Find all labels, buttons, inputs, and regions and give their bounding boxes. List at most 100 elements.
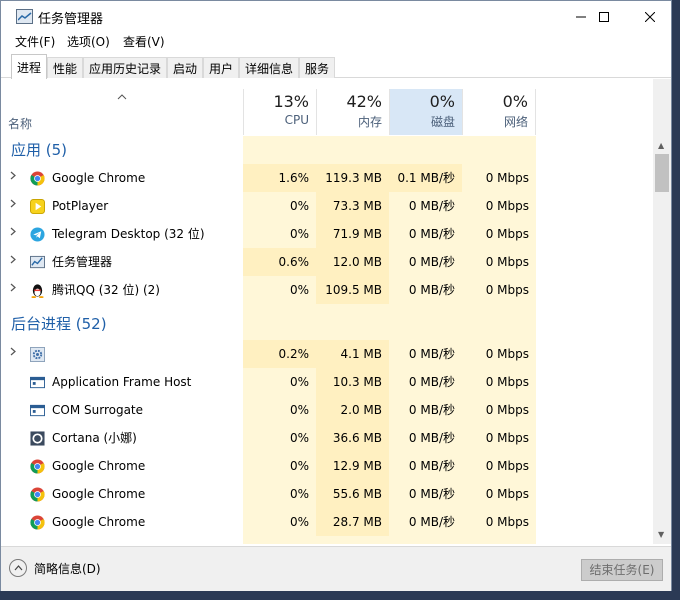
process-list: 名称 13% CPU 42% 内存 0% 磁盘 0% 网络 应用 (5) Goog… [1, 79, 671, 544]
cell-net: 0 Mbps [485, 375, 529, 389]
process-name: 任务管理器 [52, 255, 113, 269]
task-manager-icon [16, 9, 33, 24]
table-row[interactable]: PotPlayer 0% 73.3 MB 0 MB/秒 0 Mbps [1, 192, 649, 220]
menu-bar: 文件(F) 选项(O) 查看(V) [1, 33, 671, 53]
cell-mem: 36.6 MB [316, 424, 389, 452]
chevron-right-icon[interactable] [10, 248, 16, 276]
cell-cpu: 0.6% [243, 248, 316, 276]
table-row[interactable]: Google Chrome 0% 55.6 MB 0 MB/秒 0 Mbps [1, 480, 649, 508]
table-row[interactable]: 任务管理器 0.6% 12.0 MB 0 MB/秒 0 Mbps [1, 248, 649, 276]
gear-icon [30, 347, 45, 362]
scroll-down-arrow-icon[interactable]: ▼ [658, 530, 664, 539]
group-background[interactable]: 后台进程 (52) [1, 310, 649, 338]
column-headers: 名称 13% CPU 42% 内存 0% 磁盘 0% 网络 [1, 89, 671, 135]
column-header-memory[interactable]: 42% 内存 [316, 89, 389, 135]
column-header-disk[interactable]: 0% 磁盘 [389, 89, 462, 135]
cell-net: 0 Mbps [485, 227, 529, 241]
cell-cpu: 0% [289, 515, 309, 529]
table-row[interactable]: Google Chrome 1.6% 119.3 MB 0.1 MB/秒 0 Mbps [1, 164, 649, 192]
group-apps[interactable]: 应用 (5) [1, 136, 649, 164]
cell-mem: 12.0 MB [316, 248, 389, 276]
task-manager-window: 任务管理器 文件(F) 选项(O) 查看(V) 进程 性能 应用历史记录 启动 … [0, 0, 672, 591]
table-row[interactable]: 腾讯QQ (32 位) (2) 0% 109.5 MB 0 MB/秒 0 Mbps [1, 276, 649, 304]
process-name: Google Chrome [52, 487, 146, 501]
cell-disk: 0.1 MB/秒 [389, 164, 462, 192]
potplayer-icon [30, 199, 45, 214]
cell-mem: 73.3 MB [316, 192, 389, 220]
cell-disk: 0 MB/秒 [408, 431, 455, 445]
tab-bar: 进程 性能 应用历史记录 启动 用户 详细信息 服务 [1, 54, 671, 79]
cell-net: 0 Mbps [485, 515, 529, 529]
table-row[interactable]: Application Frame Host 0% 10.3 MB 0 MB/秒 0 M… [1, 368, 649, 396]
cell-mem: 109.5 MB [316, 276, 389, 304]
column-header-network[interactable]: 0% 网络 [462, 89, 536, 135]
network-label: 网络 [503, 115, 528, 129]
network-total: 0% [502, 92, 528, 111]
tab-users[interactable]: 用户 [203, 57, 240, 78]
fewer-details-label: 简略信息(D) [34, 561, 101, 576]
scroll-up-arrow-icon[interactable]: ▲ [658, 141, 664, 150]
cell-disk: 0 MB/秒 [408, 199, 455, 213]
table-row[interactable]: COM Surrogate 0% 2.0 MB 0 MB/秒 0 Mbps [1, 396, 649, 424]
column-header-cpu[interactable]: 13% CPU [243, 89, 316, 135]
table-row[interactable]: Cortana (小娜) 0% 36.6 MB 0 MB/秒 0 Mbps [1, 424, 649, 452]
maximize-button[interactable] [581, 1, 627, 33]
menu-file[interactable]: 文件(F) [15, 33, 55, 50]
menu-view[interactable]: 查看(V) [123, 33, 165, 50]
tab-services[interactable]: 服务 [299, 57, 336, 78]
fewer-details-button[interactable]: 简略信息(D) [9, 559, 101, 577]
process-name: Application Frame Host [52, 375, 192, 389]
chevron-right-icon[interactable] [10, 220, 16, 248]
cell-net: 0 Mbps [485, 487, 529, 501]
cell-net: 0 Mbps [485, 255, 529, 269]
process-name: Telegram Desktop (32 位) [52, 227, 205, 241]
memory-total: 42% [346, 92, 382, 111]
telegram-icon [30, 227, 45, 242]
scrollbar-thumb[interactable] [655, 154, 669, 192]
menu-options[interactable]: 选项(O) [67, 33, 110, 50]
chrome-icon [30, 515, 45, 530]
cell-cpu: 0% [289, 283, 309, 297]
cell-cpu: 1.6% [243, 164, 316, 192]
title-bar[interactable]: 任务管理器 [1, 1, 671, 33]
table-row[interactable]: Google Chrome 0% 12.9 MB 0 MB/秒 0 Mbps [1, 452, 649, 480]
cell-net: 0 Mbps [485, 403, 529, 417]
cell-net: 0 Mbps [485, 171, 529, 185]
cell-disk: 0 MB/秒 [408, 487, 455, 501]
cell-disk: 0 MB/秒 [408, 227, 455, 241]
tab-performance[interactable]: 性能 [47, 57, 84, 78]
tab-startup[interactable]: 启动 [167, 57, 204, 78]
chevron-right-icon[interactable] [10, 164, 16, 192]
cell-net: 0 Mbps [485, 431, 529, 445]
table-row[interactable]: Google Chrome 0% 28.7 MB 0 MB/秒 0 Mbps [1, 508, 649, 536]
cell-cpu: 0% [289, 487, 309, 501]
cell-net: 0 Mbps [485, 347, 529, 361]
chrome-icon [30, 487, 45, 502]
close-button[interactable] [627, 1, 673, 33]
cell-disk: 0 MB/秒 [408, 403, 455, 417]
table-row[interactable]: Telegram Desktop (32 位) 0% 71.9 MB 0 MB/秒 0 … [1, 220, 649, 248]
chevron-right-icon[interactable] [10, 276, 16, 304]
tab-app-history[interactable]: 应用历史记录 [83, 57, 168, 78]
cell-mem: 10.3 MB [316, 368, 389, 396]
cell-cpu: 0.2% [243, 340, 316, 368]
end-task-button[interactable]: 结束任务(E) [581, 559, 663, 581]
column-header-name[interactable]: 名称 [8, 115, 32, 132]
cell-cpu: 0% [289, 403, 309, 417]
group-title: 后台进程 (52) [11, 315, 107, 333]
cell-mem: 2.0 MB [316, 396, 389, 424]
vertical-scrollbar[interactable]: ▲ ▼ [653, 79, 671, 544]
qq-penguin-icon [30, 283, 45, 298]
cell-mem: 55.6 MB [316, 480, 389, 508]
process-name: PotPlayer [52, 199, 109, 213]
cell-mem: 28.7 MB [316, 508, 389, 536]
cell-cpu: 0% [289, 375, 309, 389]
chevron-right-icon[interactable] [10, 192, 16, 220]
footer-bar: 简略信息(D) 结束任务(E) [1, 546, 671, 591]
table-row[interactable]: 0.2% 4.1 MB 0 MB/秒 0 Mbps [1, 340, 649, 368]
tab-processes[interactable]: 进程 [11, 54, 48, 79]
process-name: Google Chrome [52, 459, 146, 473]
tab-details[interactable]: 详细信息 [239, 57, 300, 78]
chevron-right-icon[interactable] [10, 340, 16, 368]
chrome-icon [30, 171, 45, 186]
